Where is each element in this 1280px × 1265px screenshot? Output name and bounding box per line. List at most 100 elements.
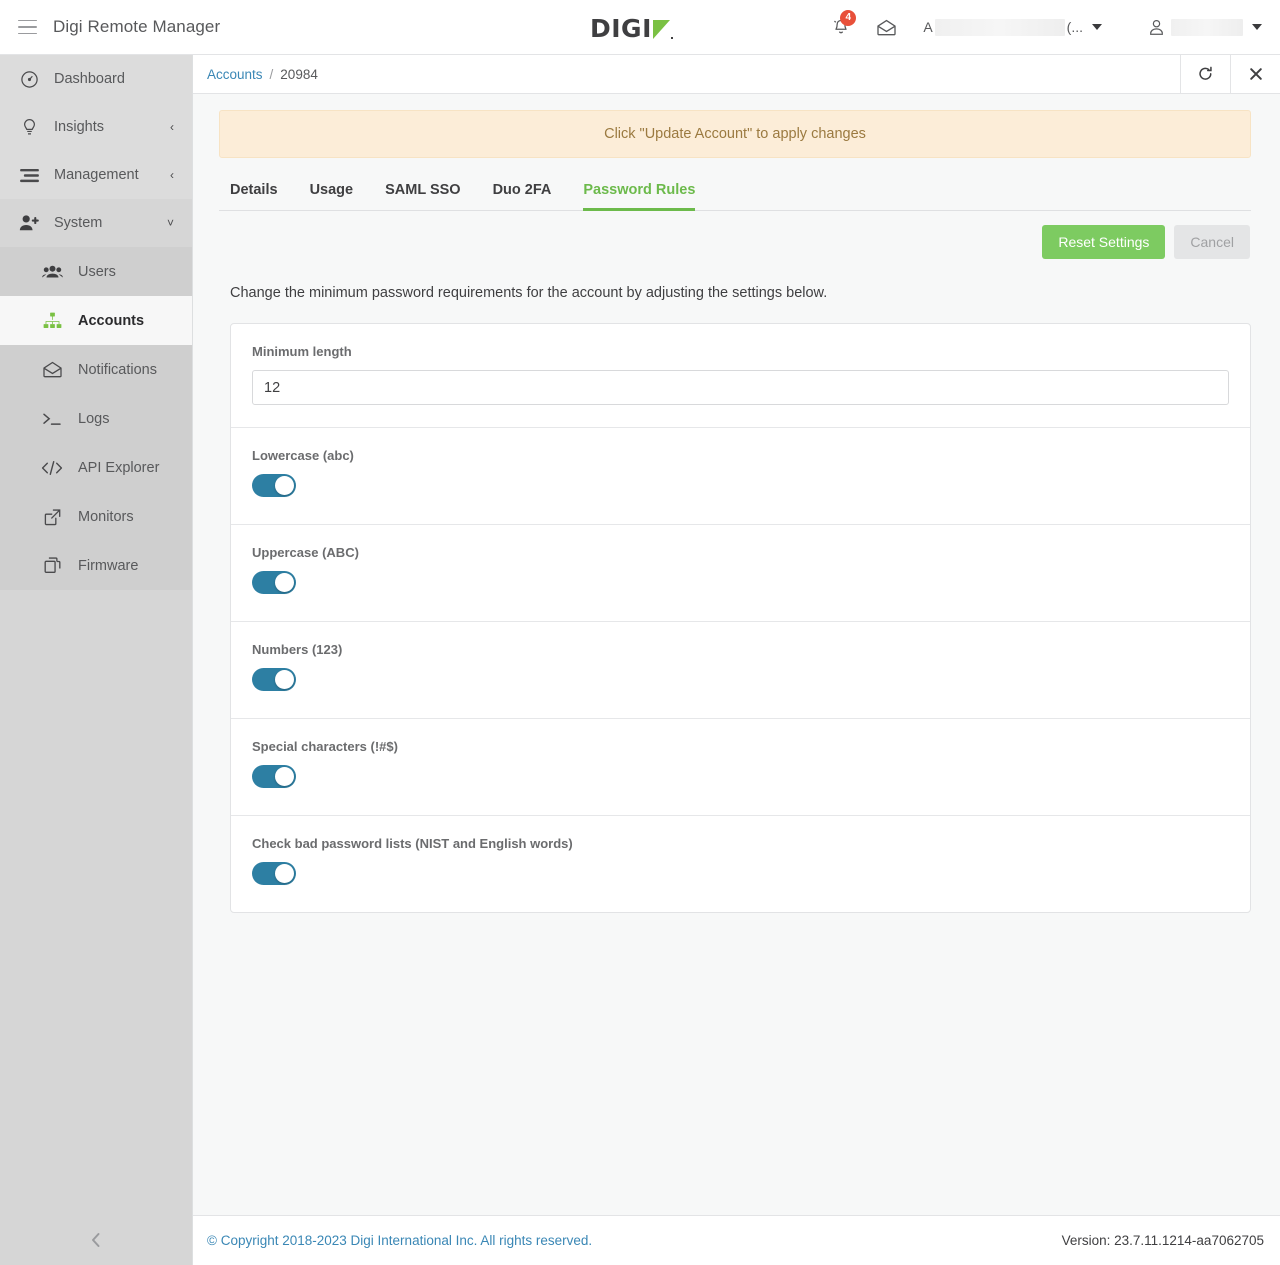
chevron-down-icon bbox=[1252, 24, 1262, 30]
copyright-text: © Copyright 2018-2023 Digi International… bbox=[207, 1233, 593, 1248]
sidebar-item-management[interactable]: Management ‹ bbox=[0, 151, 192, 199]
toggle-knob bbox=[275, 476, 294, 495]
min-length-label: Minimum length bbox=[252, 344, 352, 359]
breadcrumb: Accounts / 20984 bbox=[193, 55, 1180, 93]
sidebar-item-label: Management bbox=[54, 167, 139, 183]
uppercase-toggle[interactable] bbox=[252, 571, 296, 594]
hamburger-icon[interactable] bbox=[14, 14, 40, 40]
sidebar-item-insights[interactable]: Insights ‹ bbox=[0, 103, 192, 151]
sidebar-item-api-explorer[interactable]: API Explorer bbox=[0, 443, 192, 492]
special-characters-toggle[interactable] bbox=[252, 765, 296, 788]
code-icon bbox=[38, 460, 66, 476]
sidebar-item-notifications[interactable]: Notifications bbox=[0, 345, 192, 394]
app-title: Digi Remote Manager bbox=[53, 17, 221, 36]
sidebar-item-system[interactable]: System ˅ bbox=[0, 199, 192, 247]
user-name-redacted bbox=[1171, 18, 1243, 36]
toggle-knob bbox=[275, 767, 294, 786]
content-scroll: Click "Update Account" to apply changes … bbox=[193, 94, 1280, 1215]
tab-saml-sso[interactable]: SAML SSO bbox=[385, 182, 460, 211]
sidebar-item-users[interactable]: Users bbox=[0, 247, 192, 296]
chevron-down-icon: ˅ bbox=[166, 216, 174, 230]
rule-row-bad-password-lists: Check bad password lists (NIST and Engli… bbox=[231, 816, 1250, 912]
sidebar-chevron: ‹ bbox=[170, 168, 174, 182]
sliders-icon bbox=[14, 168, 44, 183]
version-text: Version: 23.7.11.1214-aa7062705 bbox=[1061, 1233, 1264, 1248]
sitemap-icon bbox=[38, 312, 66, 329]
copy-icon bbox=[38, 556, 66, 575]
tab-duo-2fa[interactable]: Duo 2FA bbox=[493, 182, 552, 211]
rule-label: Uppercase (ABC) bbox=[252, 545, 359, 560]
toggle-knob bbox=[275, 573, 294, 592]
reset-settings-button[interactable]: Reset Settings bbox=[1042, 225, 1166, 259]
sidebar-item-label: Notifications bbox=[78, 361, 157, 378]
rule-label: Check bad password lists (NIST and Engli… bbox=[252, 836, 573, 851]
numbers-toggle[interactable] bbox=[252, 668, 296, 691]
rule-row-uppercase: Uppercase (ABC) bbox=[231, 525, 1250, 622]
body: Dashboard Insights ‹ Management ‹ System… bbox=[0, 55, 1280, 1265]
rule-row-special-characters: Special characters (!#$) bbox=[231, 719, 1250, 816]
sidebar-item-logs[interactable]: Logs bbox=[0, 394, 192, 443]
user-avatar-icon bbox=[1148, 18, 1165, 36]
bad-password-lists-toggle[interactable] bbox=[252, 862, 296, 885]
notifications-count-badge: 4 bbox=[840, 9, 857, 26]
tab-details[interactable]: Details bbox=[230, 182, 278, 211]
notifications-bell-button[interactable]: 4 bbox=[832, 9, 857, 37]
envelope-open-icon bbox=[876, 19, 897, 36]
account-selector[interactable]: A (... bbox=[923, 18, 1102, 36]
logo-dot-icon bbox=[670, 36, 674, 39]
breadcrumb-root-link[interactable]: Accounts bbox=[207, 67, 263, 82]
sidebar-primary-group: Dashboard Insights ‹ Management ‹ System… bbox=[0, 55, 192, 247]
sidebar-item-label: Insights bbox=[54, 119, 104, 135]
sidebar-item-label: Dashboard bbox=[54, 71, 125, 87]
breadcrumb-separator: / bbox=[269, 66, 274, 82]
rule-label: Special characters (!#$) bbox=[252, 739, 398, 754]
content-inner: Click "Update Account" to apply changes … bbox=[193, 94, 1280, 913]
logo-triangle-icon bbox=[652, 20, 670, 39]
tab-usage[interactable]: Usage bbox=[310, 182, 354, 211]
user-menu[interactable] bbox=[1148, 18, 1262, 36]
lightbulb-icon bbox=[14, 118, 44, 137]
rule-label: Lowercase (abc) bbox=[252, 448, 354, 463]
account-name-redacted bbox=[934, 18, 1065, 36]
cancel-button: Cancel bbox=[1174, 225, 1250, 259]
banner-message: Click "Update Account" to apply changes bbox=[604, 126, 866, 142]
main-content: Accounts / 20984 Click "Update Account" … bbox=[192, 55, 1280, 1265]
refresh-button[interactable] bbox=[1180, 55, 1230, 93]
sidebar-item-monitors[interactable]: Monitors bbox=[0, 492, 192, 541]
toggle-knob bbox=[275, 670, 294, 689]
external-link-icon bbox=[38, 508, 66, 526]
rule-row-lowercase: Lowercase (abc) bbox=[231, 428, 1250, 525]
sidebar: Dashboard Insights ‹ Management ‹ System… bbox=[0, 55, 192, 1265]
close-button[interactable] bbox=[1230, 55, 1280, 93]
tab-bar: Details Usage SAML SSO Duo 2FA Password … bbox=[219, 182, 1251, 211]
sidebar-item-label: Monitors bbox=[78, 508, 134, 525]
sidebar-item-label: Users bbox=[78, 263, 116, 280]
envelope-open-icon bbox=[38, 361, 66, 378]
tab-password-rules[interactable]: Password Rules bbox=[583, 182, 696, 211]
sidebar-item-label: Accounts bbox=[78, 312, 145, 329]
refresh-icon bbox=[1198, 66, 1213, 82]
users-icon bbox=[38, 264, 66, 279]
min-length-input[interactable] bbox=[252, 370, 1229, 405]
action-buttons: Reset Settings Cancel bbox=[219, 225, 1251, 259]
toggle-knob bbox=[275, 864, 294, 883]
top-header: Digi Remote Manager DIGI 4 A (... bbox=[0, 0, 1280, 55]
password-rules-card: Minimum length Lowercase (abc) Uppercase… bbox=[230, 323, 1251, 913]
sidebar-item-accounts[interactable]: Accounts bbox=[0, 296, 192, 345]
sidebar-item-dashboard[interactable]: Dashboard bbox=[0, 55, 192, 103]
logo-wordmark: DIGI bbox=[590, 14, 652, 43]
app-root: Digi Remote Manager DIGI 4 A (... Dashbo… bbox=[0, 0, 1280, 1265]
lowercase-toggle[interactable] bbox=[252, 474, 296, 497]
sidebar-item-label: API Explorer bbox=[78, 459, 160, 476]
chevron-down-icon bbox=[1092, 24, 1102, 30]
sidebar-spacer bbox=[0, 590, 192, 1215]
close-icon bbox=[1249, 67, 1263, 81]
user-plus-icon bbox=[14, 214, 44, 232]
messages-button[interactable] bbox=[876, 19, 897, 36]
digi-logo: DIGI bbox=[590, 13, 674, 43]
sidebar-collapse-button[interactable] bbox=[0, 1215, 192, 1265]
sidebar-item-label: Firmware bbox=[78, 557, 139, 574]
sidebar-item-firmware[interactable]: Firmware bbox=[0, 541, 192, 590]
chevron-left-icon bbox=[89, 1231, 103, 1249]
breadcrumb-bar: Accounts / 20984 bbox=[193, 55, 1280, 94]
